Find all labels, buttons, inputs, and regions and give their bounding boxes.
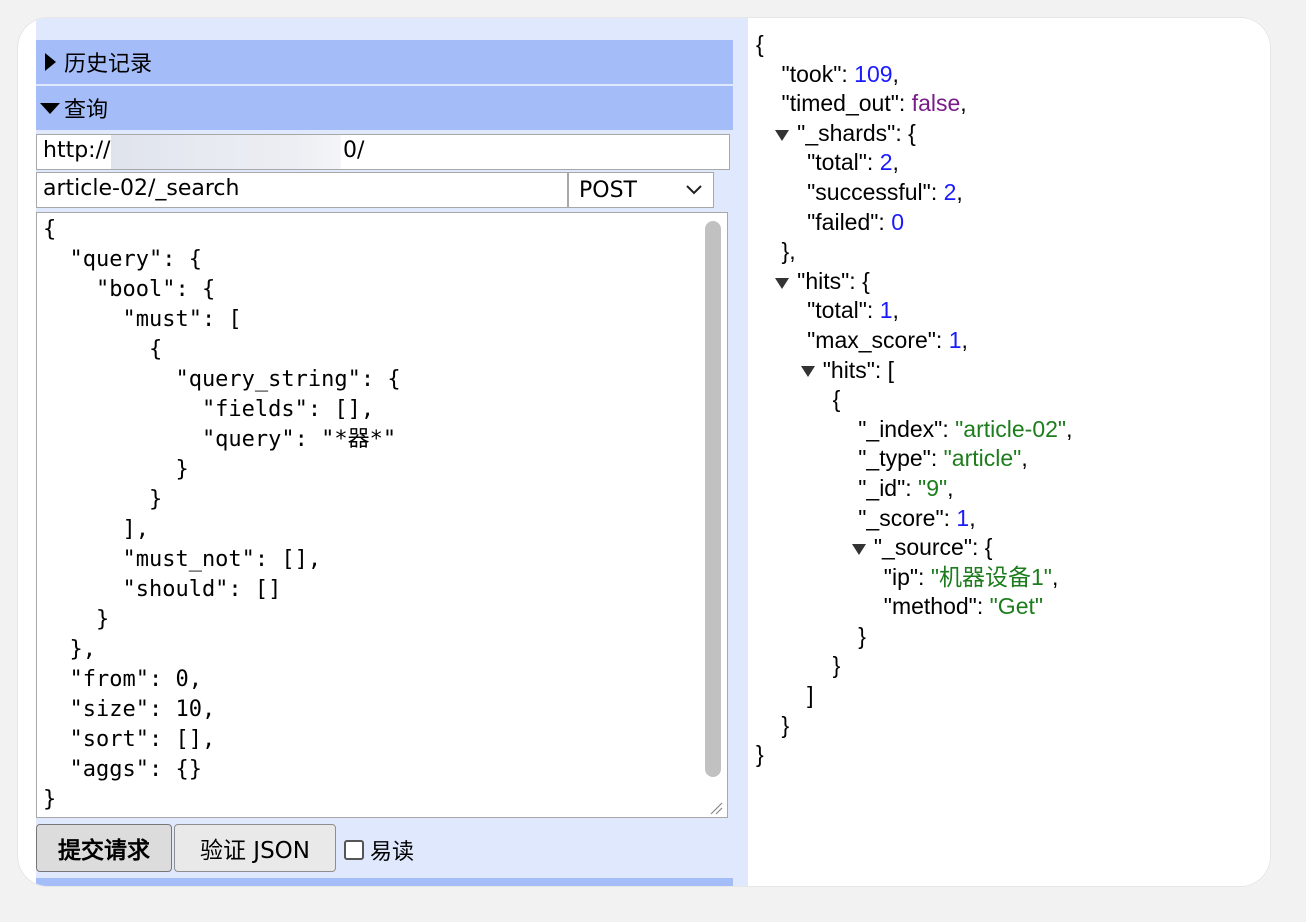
response-json: { "took": 109, "timed_out": false, "_sha… (756, 31, 1073, 768)
history-label: 历史记录 (64, 52, 153, 77)
checkbox-box[interactable] (344, 840, 364, 860)
editor-line: "query": { (43, 247, 202, 272)
editor-line: "query": "*器*" (43, 427, 397, 452)
collapse-arrow-icon[interactable] (775, 128, 790, 142)
url-suffix: 0/ (343, 138, 365, 163)
caret-down-icon (36, 101, 64, 115)
id-value: "9" (918, 474, 948, 501)
caret-right-icon (36, 52, 64, 72)
shards-successful-value: 2 (943, 178, 957, 205)
hits-total-value: 1 (879, 297, 893, 324)
query-label: 查询 (64, 98, 109, 123)
editor-line: "bool": { (43, 277, 216, 302)
editor-line: } (43, 487, 163, 512)
chevron-down-icon (686, 185, 702, 195)
readable-label: 易读 (370, 840, 415, 865)
shards-total-value: 2 (879, 149, 893, 176)
request-body-text: { "query": { "bool": { "must": [ { "quer… (37, 213, 727, 817)
source-ip-value: "机器设备1" (930, 563, 1052, 590)
path-input[interactable]: article-02/_search (36, 172, 568, 208)
bottom-bar (36, 878, 733, 886)
max-score-value: 1 (948, 326, 962, 353)
window: 历史记录 查询 http:// 0/ article-02/_search PO… (18, 18, 1270, 886)
validate-json-button[interactable]: 验证 JSON (174, 824, 336, 872)
method-value: POST (579, 177, 637, 203)
url-input[interactable]: http:// 0/ (36, 134, 730, 170)
editor-line: "must_not": [], (43, 547, 322, 572)
editor-line: } (43, 787, 57, 812)
editor-line: { (43, 337, 163, 362)
query-panel: 历史记录 查询 http:// 0/ article-02/_search PO… (36, 18, 762, 886)
type-value: "article" (943, 445, 1022, 472)
editor-line: "query_string": { (43, 367, 401, 392)
editor-line: "must": [ (43, 307, 242, 332)
submit-button[interactable]: 提交请求 (36, 824, 172, 872)
editor-line: "sort": [], (43, 727, 216, 752)
history-header[interactable]: 历史记录 (36, 40, 733, 84)
editor-line: "should": [] (43, 577, 282, 602)
collapse-arrow-icon[interactable] (851, 542, 866, 556)
editor-line: "from": 0, (43, 667, 202, 692)
path-value: article-02/_search (43, 176, 240, 201)
editor-line: ], (43, 517, 149, 542)
source-method-value: "Get" (989, 593, 1044, 620)
request-body-editor[interactable]: { "query": { "bool": { "must": [ { "quer… (36, 212, 728, 818)
timed-out-value: false (911, 90, 961, 117)
collapse-arrow-icon[interactable] (800, 364, 815, 378)
redacted-host (111, 135, 341, 169)
response-panel: { "took": 109, "timed_out": false, "_sha… (748, 18, 1270, 886)
resize-handle-icon[interactable] (709, 801, 723, 815)
shards-failed-value: 0 (891, 208, 905, 235)
collapse-arrow-icon[interactable] (775, 276, 790, 290)
score-value: 1 (956, 504, 970, 531)
editor-line: } (43, 607, 110, 632)
index-value: "article-02" (955, 415, 1067, 442)
scrollbar-thumb[interactable] (705, 221, 721, 777)
editor-line: } (43, 457, 189, 482)
editor-line: "size": 10, (43, 697, 216, 722)
editor-line: { (43, 217, 57, 242)
editor-line: }, (43, 637, 96, 662)
method-select[interactable]: POST (568, 172, 714, 208)
readable-checkbox[interactable]: 易读 (344, 834, 414, 866)
url-prefix: http:// (43, 138, 111, 163)
editor-line: "aggs": {} (43, 757, 202, 782)
editor-line: "fields": [], (43, 397, 375, 422)
took-value: 109 (854, 60, 893, 87)
query-header[interactable]: 查询 (36, 86, 733, 130)
